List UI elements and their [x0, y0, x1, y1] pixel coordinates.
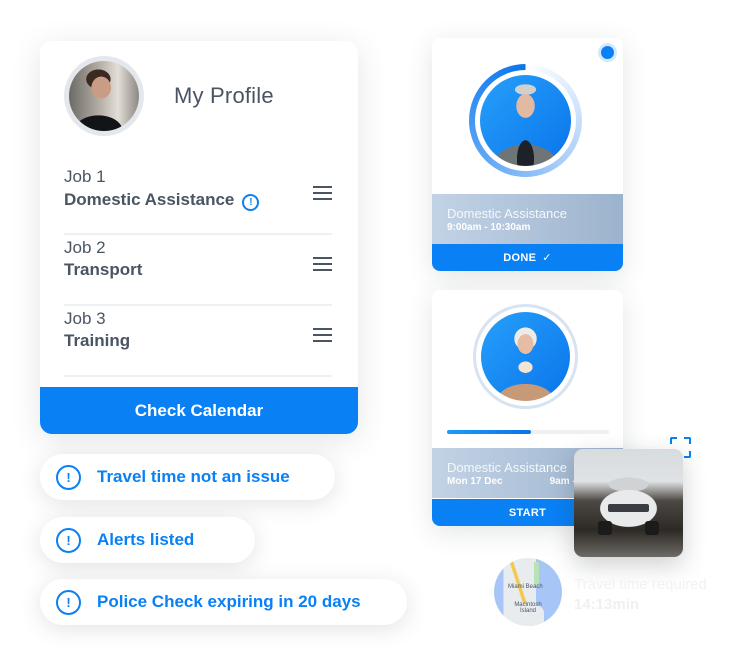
- job-name: Transport: [64, 260, 332, 280]
- hamburger-menu-icon[interactable]: [313, 328, 332, 342]
- job-name-text: Domestic Assistance: [64, 190, 235, 209]
- check-icon: ✓: [542, 252, 552, 264]
- vehicle-photo[interactable]: [574, 449, 683, 557]
- travel-time-label: Travel time required: [574, 576, 707, 593]
- alert-travel-time[interactable]: ! Travel time not an issue: [40, 454, 335, 500]
- done-label: DONE: [503, 251, 537, 264]
- profile-card: My Profile Job 1 Domestic Assistance ! J…: [40, 41, 358, 434]
- appointment-time: 9:00am - 10:30am: [447, 222, 623, 233]
- status-dot-icon: [601, 46, 614, 59]
- alert-text: Travel time not an issue: [97, 467, 290, 486]
- appointment-date: Mon 17 Dec: [447, 476, 503, 487]
- map-label: Miami Beach: [508, 584, 543, 590]
- appointment-info: Domestic Assistance 9:00am - 10:30am: [432, 194, 623, 244]
- job-number: Job 1: [64, 167, 106, 186]
- progress-fill: [447, 430, 532, 434]
- appointment-title: Domestic Assistance: [447, 206, 567, 221]
- job-item[interactable]: Job 3 Training: [64, 306, 332, 377]
- progress-bar: [447, 430, 609, 434]
- job-name: Training: [64, 331, 332, 351]
- job-number: Job 2: [64, 238, 106, 257]
- alert-icon: !: [56, 527, 81, 553]
- map-label: Macintosh Island: [514, 602, 542, 614]
- avatar-ring: [473, 304, 578, 409]
- job-name-text: Transport: [64, 260, 143, 279]
- client-photo: [481, 312, 570, 401]
- client-photo: [480, 75, 571, 166]
- progress-ring: [469, 64, 582, 177]
- done-button[interactable]: DONE ✓: [432, 244, 623, 271]
- alert-police-check[interactable]: ! Police Check expiring in 20 days: [40, 579, 407, 625]
- alert-info-icon[interactable]: !: [242, 194, 260, 211]
- alert-text: Police Check expiring in 20 days: [97, 592, 361, 611]
- appointment-card-done[interactable]: Domestic Assistance 9:00am - 10:30am DON…: [432, 38, 623, 271]
- page-title: My Profile: [174, 83, 274, 108]
- job-list: Job 1 Domestic Assistance ! Job 2 Transp…: [64, 164, 332, 377]
- map-thumbnail[interactable]: Miami Beach Macintosh Island: [494, 558, 562, 626]
- job-item[interactable]: Job 1 Domestic Assistance !: [64, 164, 332, 235]
- travel-time-value: 14:13min: [574, 596, 640, 613]
- job-item[interactable]: Job 2 Transport: [64, 235, 332, 306]
- alert-icon: !: [56, 464, 81, 490]
- job-number: Job 3: [64, 309, 106, 328]
- profile-header: My Profile: [64, 56, 274, 136]
- hamburger-menu-icon[interactable]: [313, 186, 332, 200]
- alert-alerts-listed[interactable]: ! Alerts listed: [40, 517, 255, 563]
- check-calendar-button[interactable]: Check Calendar: [40, 387, 358, 434]
- avatar-photo: [69, 61, 139, 131]
- job-name: Domestic Assistance !: [64, 189, 332, 211]
- hamburger-menu-icon[interactable]: [313, 257, 332, 271]
- travel-time-info: Travel time required 14:13min: [574, 576, 707, 613]
- appointment-time-text: 9:00am - 10:30am: [447, 222, 531, 233]
- job-name-text: Training: [64, 331, 131, 350]
- avatar[interactable]: [64, 56, 144, 136]
- alert-text: Alerts listed: [97, 530, 195, 549]
- alert-icon: !: [56, 589, 81, 615]
